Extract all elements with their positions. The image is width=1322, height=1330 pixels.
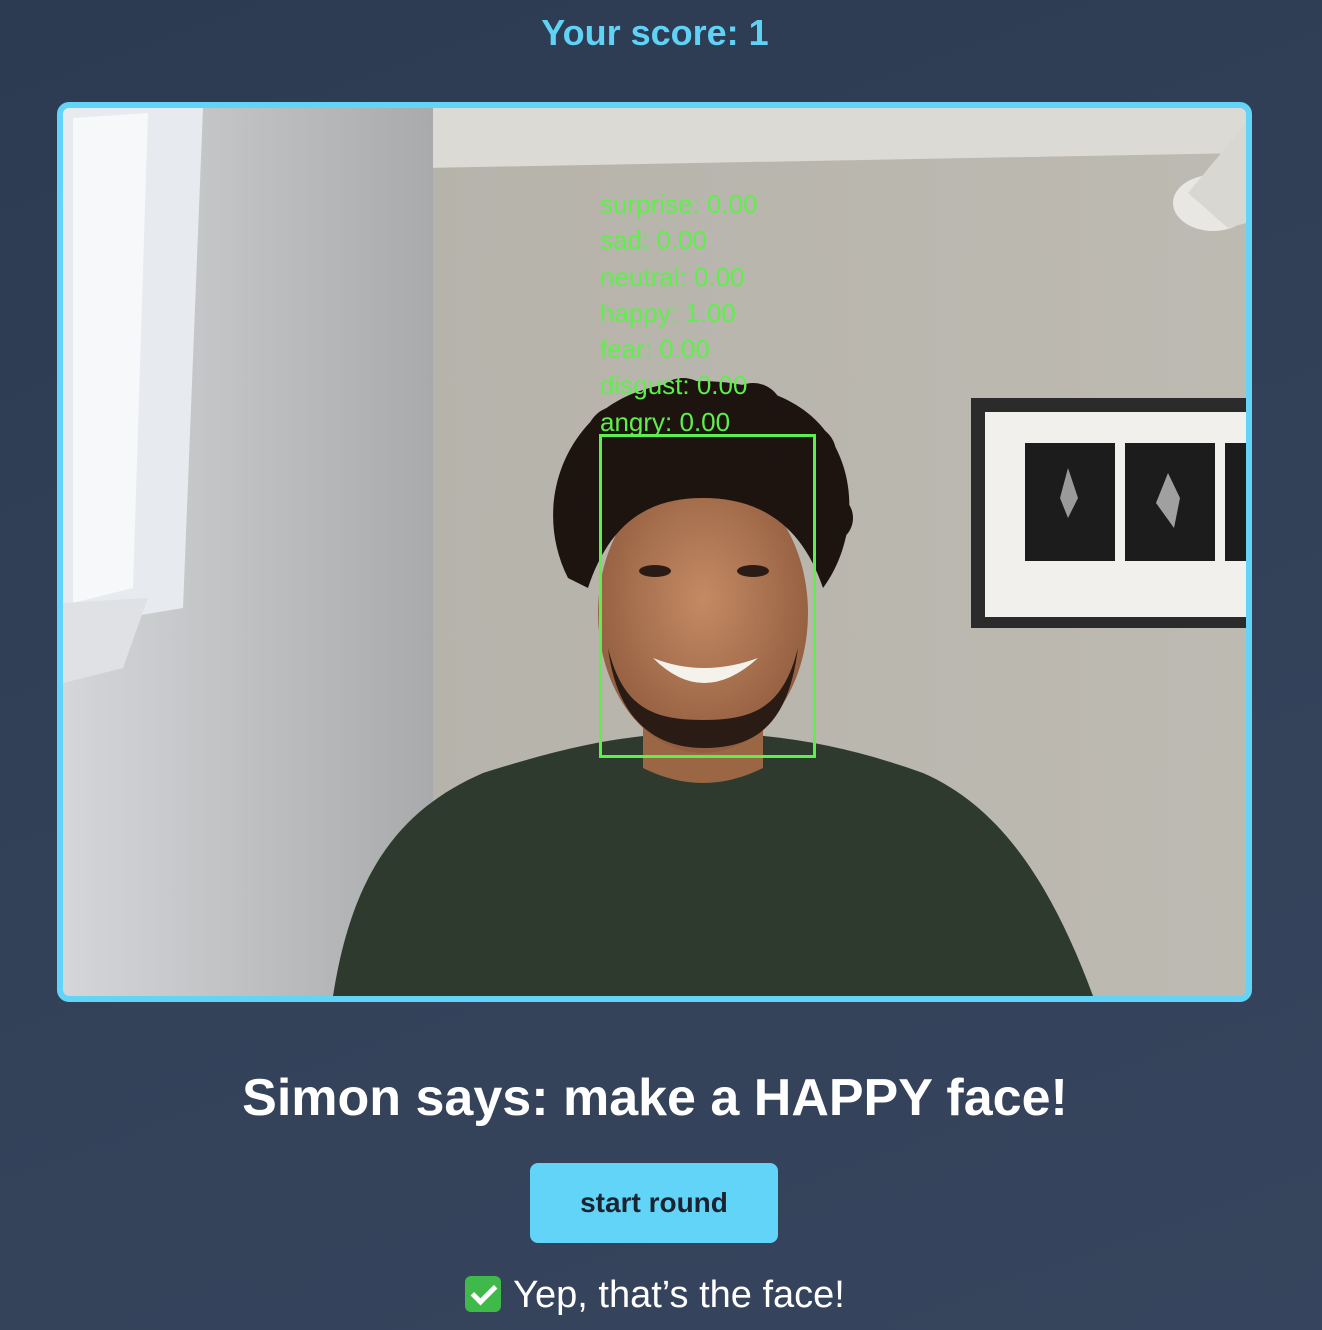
emotion-score-fear: fear: 0.00 [600,334,710,365]
simon-says-prompt: Simon says: make a HAPPY face! [242,1069,1068,1127]
emotion-score-happy: happy: 1.00 [600,297,736,328]
score-display: Your score: 1 [541,12,769,53]
emotion-scores-overlay: surprise: 0.00 sad: 0.00 neutral: 0.00 h… [600,186,758,440]
webcam-video-feed: surprise: 0.00 sad: 0.00 neutral: 0.00 h… [57,102,1252,1002]
check-mark-icon [465,1276,502,1312]
emotion-score-sad: sad: 0.00 [600,225,707,256]
emotion-score-surprise: surprise: 0.00 [600,189,758,219]
feedback-text: Yep, that’s the face! [513,1274,845,1316]
emotion-score-disgust: disgust: 0.00 [600,370,748,401]
feedback-message: Yep, that’s the face! [0,1274,1310,1317]
start-round-button[interactable]: start round [530,1163,778,1243]
face-detection-box [599,434,816,758]
emotion-score-neutral: neutral: 0.00 [600,261,745,292]
